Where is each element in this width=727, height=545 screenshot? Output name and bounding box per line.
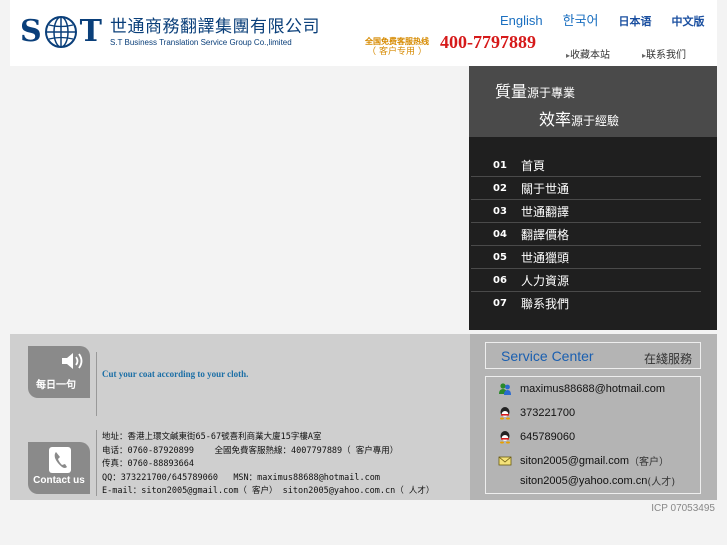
- header: S T 世通商務翻譯集團有限公司 S.T Business Translatio…: [10, 0, 717, 66]
- main-menu: 01 首頁 02 關于世通 03 世通翻譯 04 翻譯價格 05 世通獵頭 06…: [469, 137, 717, 330]
- service-center-panel: Service Center 在綫服務 maximus88688@hotmail…: [470, 334, 717, 500]
- contact-address-block: 地址：香港上環文鹹東街65-67號喜利商業大廈15字樓A室 电话：0760-87…: [102, 432, 435, 496]
- daily-quote: Cut your coat according to your cloth.: [102, 369, 249, 379]
- menu-item-number: 01: [493, 159, 507, 171]
- menu-item-pricing[interactable]: 04 翻譯價格: [471, 223, 701, 246]
- hotline-number: 400-7797889: [440, 32, 536, 52]
- mail-icon: [498, 456, 512, 465]
- qq-icon: [500, 407, 510, 420]
- contact-us-link[interactable]: 联系我们: [642, 46, 686, 61]
- lang-english-link[interactable]: English: [500, 13, 543, 28]
- slogan-line-1: 質量源于專業: [495, 78, 575, 102]
- menu-item-label: 聯系我們: [521, 297, 570, 311]
- slogan-line-1-big: 質量: [495, 82, 528, 101]
- company-name-en: S.T Business Translation Service Group C…: [110, 37, 292, 47]
- menu-item-hr[interactable]: 06 人力資源: [471, 269, 701, 292]
- logo-text: 世通商務翻譯集團有限公司 S.T Business Translation Se…: [110, 17, 320, 48]
- qq-icon: [500, 431, 510, 444]
- slogan-line-2: 效率源于經驗: [539, 106, 619, 130]
- menu-item-number: 04: [493, 228, 507, 240]
- menu-item-number: 02: [493, 182, 507, 194]
- slogan-line-1-small: 源于專業: [527, 86, 576, 100]
- menu-item-number: 05: [493, 251, 507, 263]
- contact-us-badge: Contact us: [28, 442, 90, 494]
- menu-item-label: 首頁: [521, 158, 546, 173]
- menu-item-number: 07: [493, 298, 507, 309]
- hotline-label: 全国免费客服热线: [365, 37, 429, 46]
- menu-item-label: 翻譯價格: [521, 227, 570, 242]
- menu-item-contact[interactable]: 07 聯系我們: [471, 292, 701, 315]
- hotline-label-customer: （ 客户专用 ）: [367, 47, 427, 57]
- contact-us-label: Contact us: [33, 475, 85, 486]
- logo-letter-t: T: [79, 14, 102, 49]
- phone-icon: [49, 447, 71, 473]
- company-logo[interactable]: S T 世通商務翻譯集團有限公司 S.T Business Translatio…: [20, 12, 320, 52]
- service-row-yahoo[interactable]: siton2005@yahoo.com.cn (人才): [520, 473, 676, 489]
- lang-japanese-link[interactable]: 日本语: [619, 13, 652, 29]
- service-row-qq-1[interactable]: 373221700: [498, 406, 575, 420]
- service-center-list: maximus88688@hotmail.com 373221700 64578…: [485, 376, 701, 494]
- menu-item-number: 03: [493, 205, 507, 217]
- menu-item-translation[interactable]: 03 世通翻譯: [471, 200, 701, 223]
- service-row-gmail[interactable]: siton2005@gmail.com （客户）: [498, 453, 669, 468]
- menu-item-about[interactable]: 02 關于世通: [471, 177, 701, 200]
- slogan-panel: 質量源于專業 效率源于經驗: [469, 66, 717, 137]
- gmail-note: （客户）: [629, 457, 669, 468]
- daily-phrase-label: 每日一句: [36, 380, 76, 391]
- menu-item-headhunting[interactable]: 05 世通獵頭: [471, 246, 701, 269]
- company-name-cn: 世通商務翻譯集團有限公司: [110, 16, 320, 37]
- menu-item-label: 世通獵頭: [521, 250, 570, 265]
- divider: [96, 430, 97, 496]
- lang-chinese-link[interactable]: 中文版: [672, 13, 705, 29]
- menu-item-number: 06: [493, 274, 507, 286]
- msn-icon: [499, 383, 511, 395]
- slogan-line-2-big: 效率: [539, 110, 572, 129]
- globe-icon: [44, 16, 77, 48]
- lang-korean-link[interactable]: 한국어: [563, 10, 599, 29]
- daily-phrase-badge: 每日一句: [28, 346, 90, 398]
- menu-item-home[interactable]: 01 首頁: [471, 154, 701, 177]
- info-section: 每日一句 Cut your coat according to your clo…: [10, 334, 470, 500]
- service-center-subtitle: 在綫服務: [643, 352, 692, 366]
- logo-letter-s: S: [20, 14, 42, 49]
- menu-item-label: 關于世通: [521, 181, 570, 196]
- menu-item-label: 世通翻譯: [521, 204, 570, 219]
- yahoo-note: (人才): [647, 477, 676, 488]
- menu-item-label: 人力資源: [521, 273, 570, 288]
- icp-number: ICP 07053495: [651, 503, 715, 514]
- yahoo-address: siton2005@yahoo.com.cn: [520, 474, 648, 487]
- msn-account: maximus88688@hotmail.com: [520, 383, 666, 395]
- slogan-line-2-small: 源于經驗: [571, 114, 620, 128]
- service-center-title: Service Center: [501, 348, 594, 364]
- language-switcher: English 한국어 日本语 中文版: [500, 10, 705, 29]
- qq-number: 645789060: [520, 431, 576, 443]
- service-row-qq-2[interactable]: 645789060: [498, 430, 575, 444]
- divider: [96, 352, 97, 416]
- bookmark-link[interactable]: 收藏本站: [566, 46, 610, 61]
- bottom-band: 每日一句 Cut your coat according to your clo…: [10, 334, 717, 500]
- service-center-header: Service Center 在綫服務: [485, 342, 701, 369]
- page: S T 世通商務翻譯集團有限公司 S.T Business Translatio…: [0, 0, 727, 545]
- service-row-msn[interactable]: maximus88688@hotmail.com: [498, 382, 665, 396]
- top-links: 收藏本站 联系我们: [566, 46, 718, 61]
- qq-number: 373221700: [520, 407, 576, 419]
- gmail-address: siton2005@gmail.com: [520, 454, 629, 467]
- speaker-icon: [62, 353, 83, 369]
